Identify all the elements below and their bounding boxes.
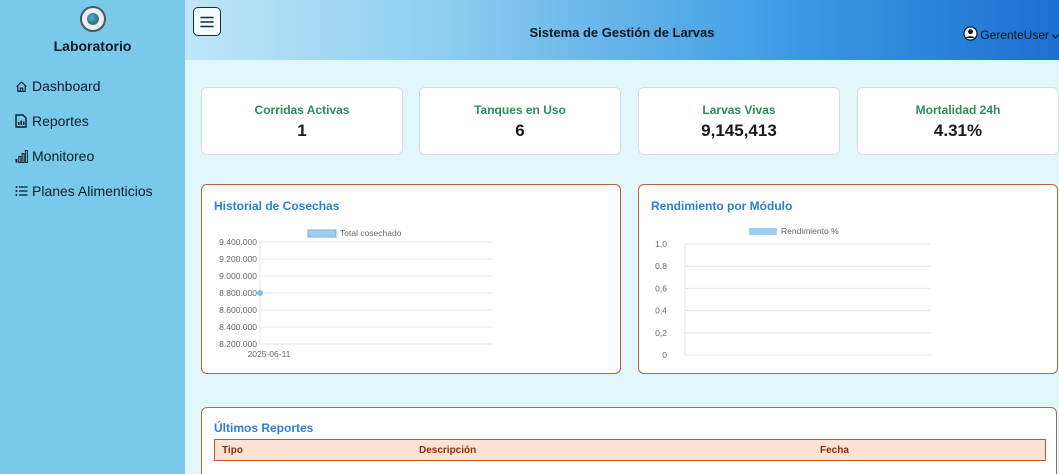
y-tick-label: 0 bbox=[662, 350, 667, 360]
chart-panel-rendimiento-modulo: Rendimiento por Módulo Rendimiento % 1,0 0… bbox=[638, 184, 1058, 374]
column-header-fecha[interactable]: Fecha bbox=[820, 445, 849, 456]
y-tick-label: 8.400.000 bbox=[219, 322, 257, 332]
module-performance-chart: Rendimiento % 1,0 0,8 0,6 0,4 0,2 0 bbox=[655, 226, 931, 360]
stat-label: Corridas Activas bbox=[254, 103, 350, 117]
reports-panel: Últimos Reportes Tipo Descripción Fecha bbox=[201, 407, 1057, 474]
stat-value: 4.31% bbox=[933, 121, 983, 140]
sidebar: Laboratorio Dashboard Reportes Monitoreo… bbox=[0, 0, 185, 474]
sidebar-item-planes-alimenticios[interactable]: Planes Alimenticios bbox=[0, 181, 185, 201]
sidebar-item-label: Dashboard bbox=[32, 78, 101, 94]
y-tick-label: 8.200.000 bbox=[219, 339, 257, 349]
lab-logo[interactable] bbox=[79, 6, 106, 32]
stat-value: 6 bbox=[515, 121, 525, 140]
legend-label: Rendimiento % bbox=[781, 226, 839, 236]
sidebar-item-reportes[interactable]: Reportes bbox=[0, 111, 185, 131]
data-point bbox=[257, 290, 263, 296]
home-icon bbox=[14, 79, 28, 93]
stat-card-larvas-vivas: Larvas Vivas 9,145,413 bbox=[638, 87, 840, 155]
globe-icon bbox=[86, 13, 99, 25]
y-tick-label: 9.400.000 bbox=[219, 237, 257, 247]
y-tick-label: 0,2 bbox=[655, 328, 667, 338]
user-menu[interactable]: GerenteUser bbox=[963, 26, 1059, 44]
sidebar-nav: Dashboard Reportes Monitoreo Planes Alim… bbox=[0, 76, 185, 201]
stat-card-mortalidad-24h: Mortalidad 24h 4.31% bbox=[857, 87, 1059, 155]
sidebar-item-monitoreo[interactable]: Monitoreo bbox=[0, 146, 185, 166]
y-tick-label: 9.200.000 bbox=[219, 254, 257, 264]
y-tick-label: 8.800.000 bbox=[219, 288, 257, 298]
sidebar-item-dashboard[interactable]: Dashboard bbox=[0, 76, 185, 96]
top-bar: Sistema de Gestión de Larvas GerenteUser bbox=[185, 0, 1059, 60]
stat-card-corridas-activas: Corridas Activas 1 bbox=[201, 87, 403, 155]
sidebar-item-label: Monitoreo bbox=[32, 148, 95, 164]
reports-table-header: Tipo Descripción Fecha bbox=[214, 439, 1046, 461]
column-header-tipo[interactable]: Tipo bbox=[222, 445, 243, 456]
chart-panel-historial-cosechas: Historial de Cosechas Total cosechado 9.4… bbox=[201, 184, 621, 374]
report-icon bbox=[14, 114, 28, 128]
legend-swatch bbox=[749, 228, 777, 235]
harvest-history-chart: Total cosechado 9.400.000 9.200.000 9.000.0… bbox=[219, 228, 492, 359]
chevron-down-icon bbox=[1052, 28, 1059, 42]
y-tick-label: 0,4 bbox=[655, 306, 667, 316]
stat-card-tanques-en-uso: Tanques en Uso 6 bbox=[419, 87, 621, 155]
y-tick-label: 9.000.000 bbox=[219, 271, 257, 281]
app-title: Sistema de Gestión de Larvas bbox=[529, 25, 715, 40]
y-tick-label: 8.600.000 bbox=[219, 305, 257, 315]
x-tick-label: 2025-06-11 bbox=[248, 349, 291, 359]
list-icon bbox=[14, 184, 28, 198]
reports-title: Últimos Reportes bbox=[214, 421, 314, 435]
y-tick-label: 0,6 bbox=[655, 283, 667, 293]
stat-value: 1 bbox=[297, 121, 307, 140]
legend-label: Total cosechado bbox=[340, 228, 402, 238]
y-tick-label: 0,8 bbox=[655, 261, 667, 271]
stat-value: 9,145,413 bbox=[701, 121, 777, 140]
legend-swatch bbox=[307, 229, 337, 238]
bar-chart-icon bbox=[14, 149, 28, 163]
stat-label: Tanques en Uso bbox=[474, 103, 566, 117]
y-tick-label: 1,0 bbox=[655, 239, 667, 249]
user-circle-icon bbox=[963, 26, 978, 44]
sidebar-item-label: Reportes bbox=[32, 113, 89, 129]
column-header-descripcion[interactable]: Descripción bbox=[419, 445, 476, 456]
sidebar-item-label: Planes Alimenticios bbox=[32, 183, 153, 199]
user-name: GerenteUser bbox=[980, 28, 1049, 42]
stat-label: Mortalidad 24h bbox=[915, 103, 1001, 117]
sidebar-header: Laboratorio bbox=[0, 0, 185, 72]
stat-label: Larvas Vivas bbox=[702, 103, 776, 117]
sidebar-title: Laboratorio bbox=[53, 38, 132, 54]
